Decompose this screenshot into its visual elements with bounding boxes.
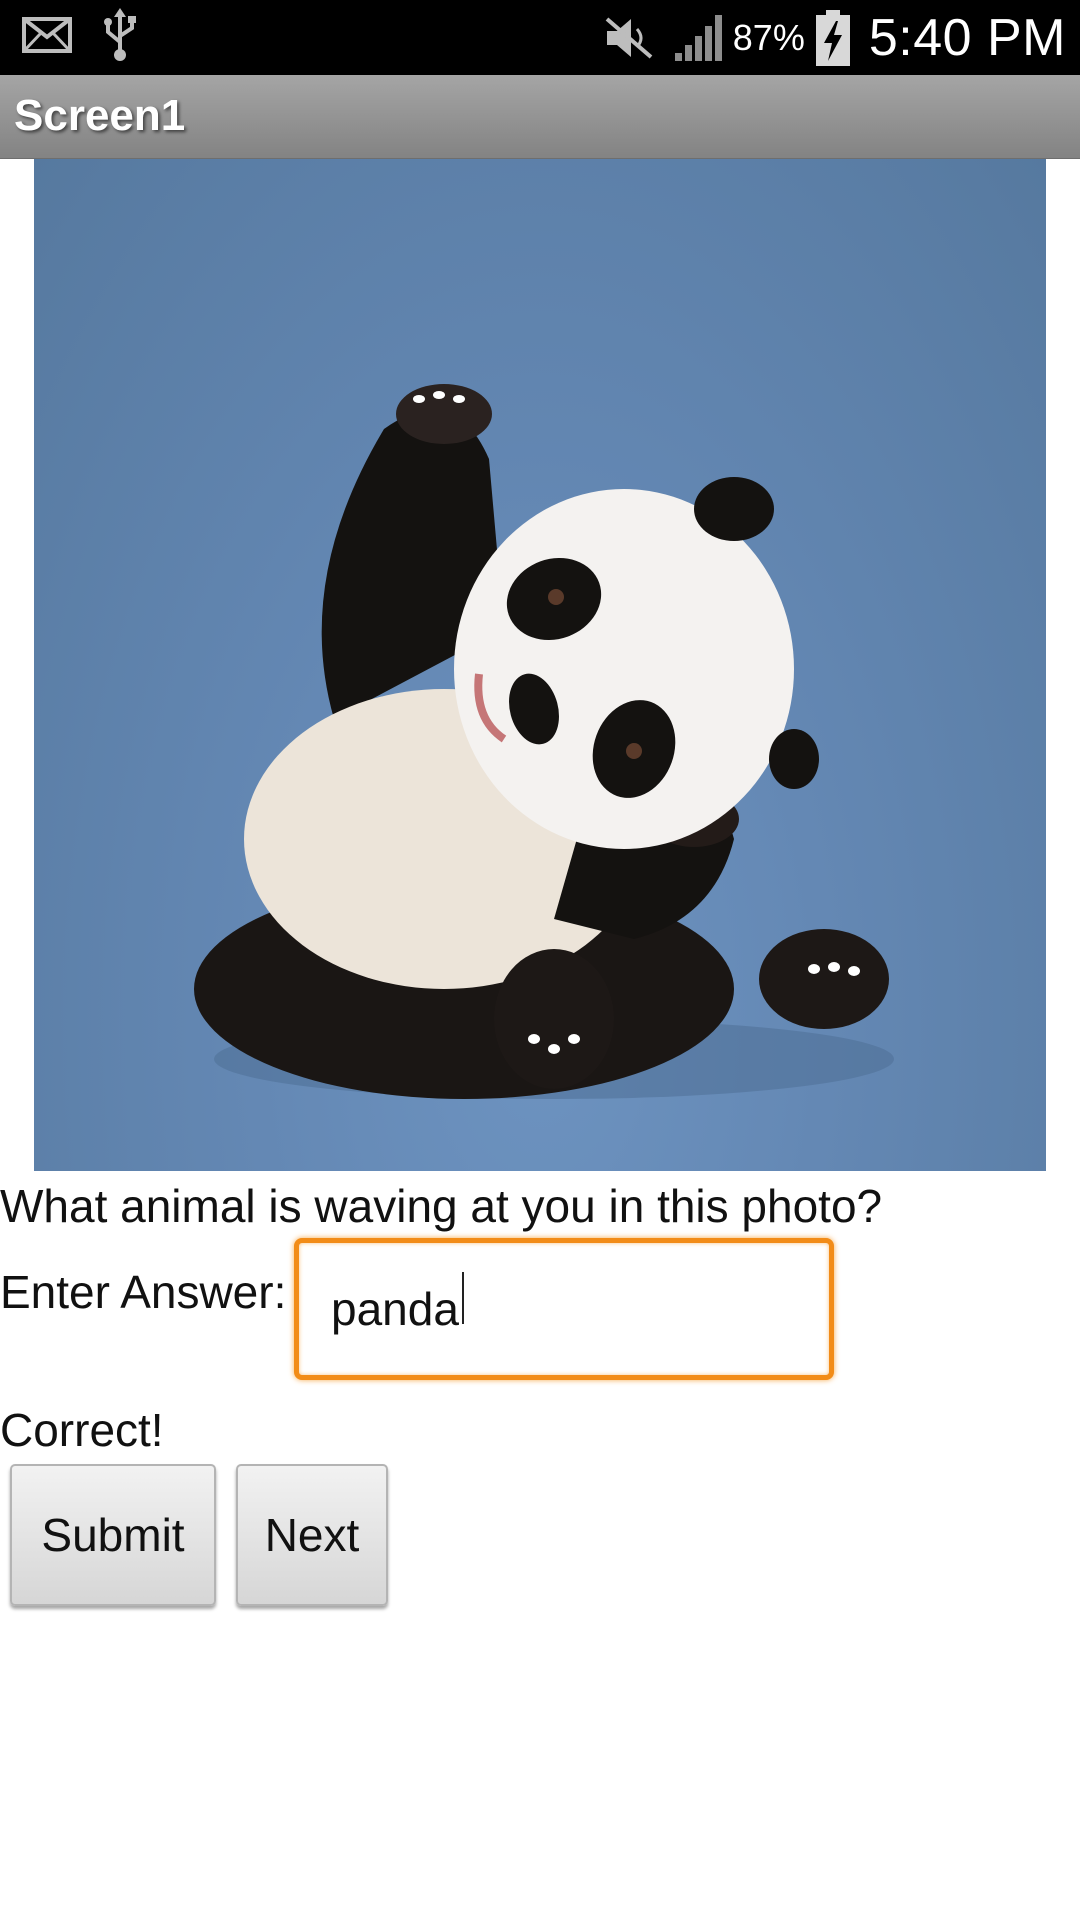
- question-text: What animal is waving at you in this pho…: [0, 1180, 883, 1232]
- app-title: Screen1: [14, 91, 186, 140]
- panda-photo: [34, 159, 1046, 1171]
- answer-label: Enter Answer:: [0, 1266, 287, 1318]
- status-bar-notifications: [22, 8, 138, 67]
- mute-icon: [601, 15, 657, 61]
- answer-input[interactable]: [294, 1238, 834, 1380]
- signal-icon: [673, 13, 725, 63]
- text-cursor: [462, 1272, 464, 1324]
- status-bar-system: 87% 5:40 PM: [601, 0, 1066, 75]
- battery-charging-icon: [815, 9, 851, 67]
- battery-percentage: 87%: [732, 16, 805, 58]
- app-screen: 87% 5:40 PM Screen1 What animal is wavin…: [0, 0, 1080, 1920]
- action-bar: Screen1: [0, 75, 1080, 159]
- result-text: Correct!: [0, 1404, 164, 1456]
- usb-icon: [102, 8, 138, 67]
- mail-icon: [22, 17, 72, 58]
- clock: 5:40 PM: [868, 8, 1066, 67]
- next-button[interactable]: Next: [236, 1464, 388, 1606]
- submit-button[interactable]: Submit: [10, 1464, 216, 1606]
- status-bar: 87% 5:40 PM: [0, 0, 1080, 75]
